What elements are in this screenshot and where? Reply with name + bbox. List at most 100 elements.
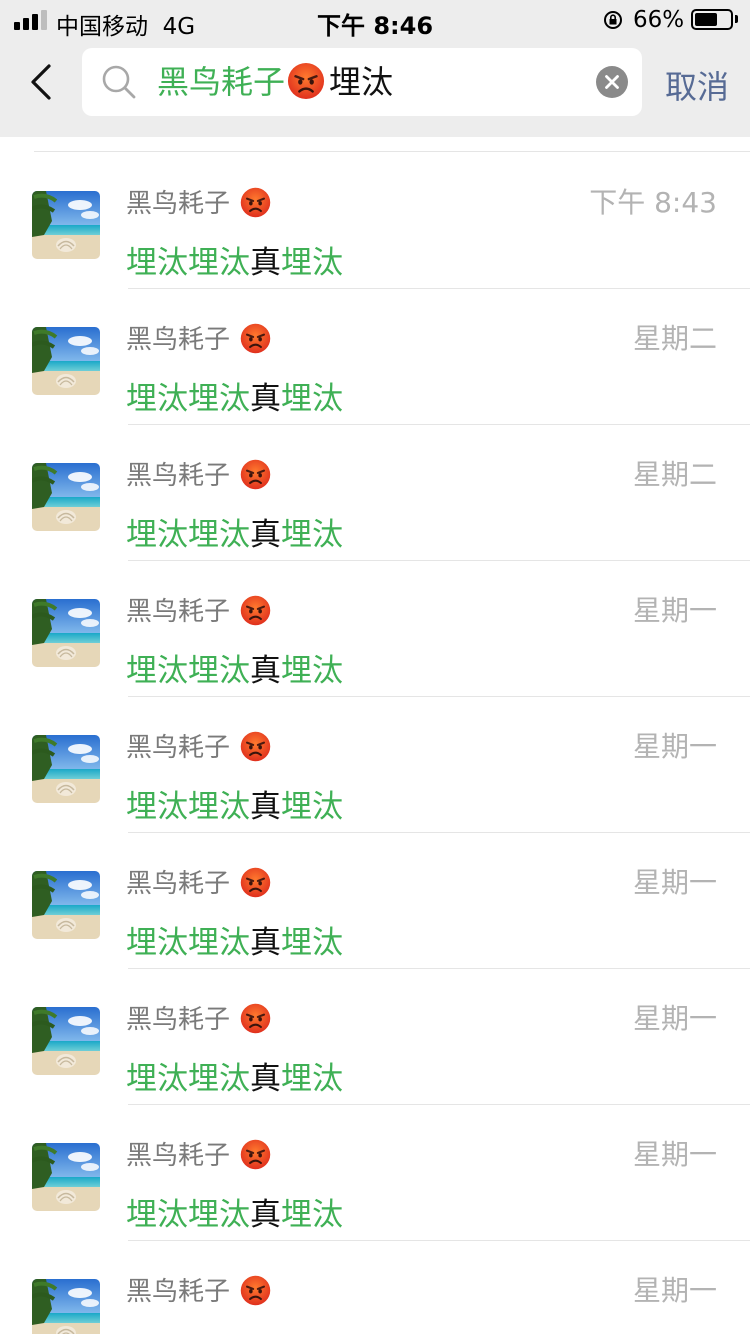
- avatar[interactable]: [32, 327, 100, 395]
- message-time: 星期二: [632, 458, 717, 491]
- cancel-button[interactable]: 取消: [665, 62, 729, 108]
- clear-search-button[interactable]: [596, 66, 628, 98]
- search-result-row[interactable]: 黑鸟耗子 星期一 埋汰埋汰真埋汰: [0, 1241, 750, 1334]
- message-time: 星期一: [632, 730, 717, 763]
- orientation-lock-icon: [604, 11, 622, 29]
- search-result-row[interactable]: 黑鸟耗子 星期一 埋汰埋汰真埋汰: [0, 697, 750, 833]
- angry-face-emoji-icon: [287, 62, 325, 100]
- message-preview: 埋汰埋汰真埋汰: [126, 649, 343, 693]
- sender-name: 黑鸟耗子: [126, 1002, 271, 1038]
- avatar[interactable]: [32, 1007, 100, 1075]
- message-time: 星期一: [632, 594, 717, 627]
- sender-name: 黑鸟耗子: [126, 594, 271, 630]
- search-icon: [102, 65, 136, 99]
- message-preview: 埋汰埋汰真埋汰: [126, 1057, 343, 1101]
- beach-avatar-image: [32, 1007, 100, 1075]
- close-icon: [605, 75, 619, 89]
- message-text: 真: [250, 381, 281, 417]
- message-preview: 埋汰埋汰真埋汰: [126, 1193, 343, 1237]
- sender-name: 黑鸟耗子: [126, 730, 271, 766]
- message-highlight: 埋汰: [281, 1197, 343, 1233]
- message-time: 星期一: [632, 866, 717, 899]
- message-highlight: 埋汰: [281, 1061, 343, 1097]
- avatar[interactable]: [32, 599, 100, 667]
- search-result-row[interactable]: 黑鸟耗子 星期一 埋汰埋汰真埋汰: [0, 561, 750, 697]
- message-time: 星期一: [632, 1138, 717, 1171]
- message-text: 真: [250, 1061, 281, 1097]
- beach-avatar-image: [32, 1279, 100, 1334]
- beach-avatar-image: [32, 599, 100, 667]
- message-highlight: 埋汰埋汰: [126, 653, 250, 689]
- back-arrow-icon[interactable]: [22, 58, 62, 106]
- search-keyword-text: 埋汰: [329, 63, 394, 101]
- message-highlight: 埋汰埋汰: [126, 1197, 250, 1233]
- angry-face-emoji-icon: [241, 731, 271, 762]
- angry-face-emoji-icon: [241, 1275, 271, 1306]
- message-preview: 埋汰埋汰真埋汰: [126, 377, 343, 421]
- angry-face-emoji-icon: [241, 1139, 271, 1170]
- avatar[interactable]: [32, 735, 100, 803]
- message-preview: 埋汰埋汰真埋汰: [126, 1329, 343, 1334]
- angry-face-emoji-icon: [241, 323, 271, 354]
- avatar[interactable]: [32, 871, 100, 939]
- sender-name: 黑鸟耗子: [126, 1274, 271, 1310]
- search-keyword-contact: 黑鸟耗子: [157, 63, 286, 101]
- message-text: 真: [250, 925, 281, 961]
- search-result-row[interactable]: 黑鸟耗子 星期二 埋汰埋汰真埋汰: [0, 425, 750, 561]
- message-text: 真: [250, 653, 281, 689]
- battery-icon: [691, 9, 733, 30]
- avatar[interactable]: [32, 463, 100, 531]
- message-time: 星期二: [632, 322, 717, 355]
- message-time: 下午 8:43: [589, 186, 717, 219]
- message-highlight: 埋汰埋汰: [126, 381, 250, 417]
- battery-percent: 66%: [633, 7, 685, 33]
- search-input[interactable]: 黑鸟耗子 埋汰: [82, 48, 642, 116]
- search-result-row[interactable]: 黑鸟耗子 星期一 埋汰埋汰真埋汰: [0, 833, 750, 969]
- beach-avatar-image: [32, 463, 100, 531]
- avatar[interactable]: [32, 1143, 100, 1211]
- beach-avatar-image: [32, 735, 100, 803]
- sender-name: 黑鸟耗子: [126, 866, 271, 902]
- message-time: 星期一: [632, 1274, 717, 1307]
- search-result-row[interactable]: 黑鸟耗子 星期一 埋汰埋汰真埋汰: [0, 1105, 750, 1241]
- angry-face-emoji-icon: [241, 867, 271, 898]
- message-highlight: 埋汰埋汰: [126, 1061, 250, 1097]
- status-bar: 中国移动 4G 下午 8:46 66%: [0, 0, 750, 40]
- beach-avatar-image: [32, 1143, 100, 1211]
- search-result-row[interactable]: 黑鸟耗子 星期一 埋汰埋汰真埋汰: [0, 969, 750, 1105]
- beach-avatar-image: [32, 327, 100, 395]
- avatar[interactable]: [32, 191, 100, 259]
- message-highlight: 埋汰: [281, 789, 343, 825]
- angry-face-emoji-icon: [241, 459, 271, 490]
- message-text: 真: [250, 1197, 281, 1233]
- message-highlight: 埋汰埋汰: [126, 517, 250, 553]
- search-results-list[interactable]: 黑鸟耗子 下午 8:43 埋汰埋汰真埋汰 黑鸟耗子 星期二 埋汰埋汰真埋汰 黑鸟…: [0, 137, 750, 1334]
- search-result-row[interactable]: 黑鸟耗子 下午 8:43 埋汰埋汰真埋汰: [0, 153, 750, 289]
- message-highlight: 埋汰: [281, 653, 343, 689]
- message-highlight: 埋汰: [281, 245, 343, 281]
- sender-name: 黑鸟耗子: [126, 322, 271, 358]
- divider: [34, 151, 750, 152]
- beach-avatar-image: [32, 871, 100, 939]
- angry-face-emoji-icon: [241, 595, 271, 626]
- message-highlight: 埋汰埋汰: [126, 245, 250, 281]
- message-time: 星期一: [632, 1002, 717, 1035]
- message-highlight: 埋汰: [281, 381, 343, 417]
- message-preview: 埋汰埋汰真埋汰: [126, 513, 343, 557]
- sender-name: 黑鸟耗子: [126, 1138, 271, 1174]
- message-preview: 埋汰埋汰真埋汰: [126, 241, 343, 285]
- angry-face-emoji-icon: [241, 187, 271, 218]
- message-highlight: 埋汰: [281, 517, 343, 553]
- avatar[interactable]: [32, 1279, 100, 1334]
- search-result-row[interactable]: 黑鸟耗子 星期二 埋汰埋汰真埋汰: [0, 289, 750, 425]
- message-text: 真: [250, 789, 281, 825]
- search-header: 黑鸟耗子 埋汰 取消: [0, 40, 750, 137]
- message-preview: 埋汰埋汰真埋汰: [126, 785, 343, 829]
- sender-name: 黑鸟耗子: [126, 458, 271, 494]
- message-preview: 埋汰埋汰真埋汰: [126, 921, 343, 965]
- beach-avatar-image: [32, 191, 100, 259]
- sender-name: 黑鸟耗子: [126, 186, 271, 222]
- message-highlight: 埋汰埋汰: [126, 925, 250, 961]
- message-highlight: 埋汰埋汰: [126, 789, 250, 825]
- search-query: 黑鸟耗子 埋汰: [157, 60, 393, 104]
